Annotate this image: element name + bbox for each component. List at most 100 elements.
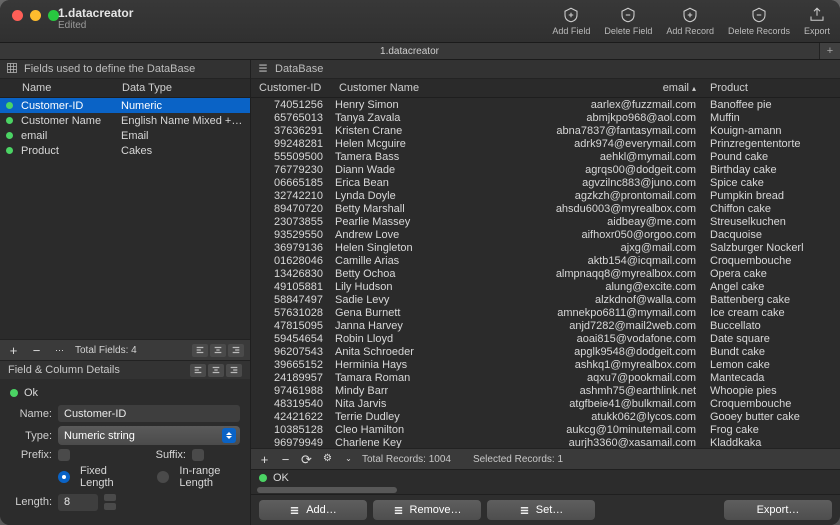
align-right-icon[interactable] bbox=[228, 344, 244, 357]
col-email[interactable]: email▴ bbox=[449, 82, 702, 94]
table-row[interactable]: 24189957Tamara Romanaqxu7@pookmail.comMa… bbox=[251, 371, 840, 384]
col-customer-id[interactable]: Customer-ID bbox=[251, 82, 331, 94]
length-label: Length: bbox=[10, 496, 52, 508]
settings-icon[interactable]: ⚙ bbox=[320, 452, 335, 467]
range-length-radio[interactable] bbox=[157, 471, 169, 483]
add-field-button[interactable]: Add Field bbox=[552, 6, 590, 36]
table-row[interactable]: 96207543Anita Schroederapglk9548@dodgeit… bbox=[251, 345, 840, 358]
table-row[interactable]: 49105881Lily Hudsonalung@excite.comAngel… bbox=[251, 280, 840, 293]
cell-product: Kouign-amann bbox=[702, 125, 840, 137]
length-input[interactable] bbox=[58, 494, 98, 511]
table-row[interactable]: 74051256Henry Simonaarlex@fuzzmail.comBa… bbox=[251, 98, 840, 111]
cell-id: 57631028 bbox=[251, 307, 327, 319]
close-window[interactable] bbox=[12, 10, 23, 21]
horizontal-scrollbar[interactable] bbox=[251, 486, 840, 494]
toolbar: Add Field Delete Field Add Record Delete… bbox=[552, 6, 830, 36]
document-tab[interactable]: 1.datacreator bbox=[0, 46, 819, 57]
cell-email: aehkl@mymail.com bbox=[445, 151, 702, 163]
app-window: 1.datacreator Edited Add Field Delete Fi… bbox=[0, 0, 840, 525]
dropdown-icon[interactable]: ⌄ bbox=[341, 452, 356, 467]
table-row[interactable]: 42421622Terrie Dudleyatukk062@lycos.comG… bbox=[251, 410, 840, 423]
remove-button[interactable]: Remove… bbox=[373, 500, 481, 520]
table-row[interactable]: 57631028Gena Burnettamnekpo6811@mymail.c… bbox=[251, 306, 840, 319]
add-record-small[interactable]: + bbox=[257, 452, 272, 467]
delete-records-button[interactable]: Delete Records bbox=[728, 6, 790, 36]
col-product[interactable]: Product bbox=[702, 82, 840, 94]
col-name[interactable]: Name bbox=[18, 82, 122, 94]
table-row[interactable]: 06665185Erica Beanagvzilnc883@juno.comSp… bbox=[251, 176, 840, 189]
action-field-small[interactable]: ⋯ bbox=[52, 343, 67, 358]
cell-product: Date square bbox=[702, 333, 840, 345]
remove-field-small[interactable]: − bbox=[29, 343, 44, 358]
field-row[interactable]: emailEmail bbox=[0, 128, 250, 143]
set-button[interactable]: Set… bbox=[487, 500, 595, 520]
table-row[interactable]: 39665152Herminia Haysashkq1@myrealbox.co… bbox=[251, 358, 840, 371]
minimize-window[interactable] bbox=[30, 10, 41, 21]
export-footer-button[interactable]: Export… bbox=[724, 500, 832, 520]
table-row[interactable]: 37636291Kristen Craneabna7837@fantasymai… bbox=[251, 124, 840, 137]
table-row[interactable]: 10385128Cleo Hamiltonaukcg@10minutemail.… bbox=[251, 423, 840, 436]
cell-name: Betty Ochoa bbox=[327, 268, 445, 280]
table-row[interactable]: 59454654Robin Lloydaoai815@vodafone.comD… bbox=[251, 332, 840, 345]
col-type[interactable]: Data Type bbox=[122, 82, 250, 94]
align-right-icon[interactable] bbox=[226, 364, 242, 377]
cell-product: Dacquoise bbox=[702, 229, 840, 241]
cell-product: Streuselkuchen bbox=[702, 216, 840, 228]
cell-id: 13426830 bbox=[251, 268, 327, 280]
new-tab-button[interactable]: + bbox=[819, 43, 840, 59]
table-row[interactable]: 47815095Janna Harveyanjd7282@mail2web.co… bbox=[251, 319, 840, 332]
remove-record-small[interactable]: − bbox=[278, 452, 293, 467]
align-center-icon[interactable] bbox=[210, 344, 226, 357]
table-row[interactable]: 01628046Camille Ariasaktb154@icqmail.com… bbox=[251, 254, 840, 267]
cell-name: Janna Harvey bbox=[327, 320, 445, 332]
cell-email: atukk062@lycos.com bbox=[445, 411, 702, 423]
cell-name: Gena Burnett bbox=[327, 307, 445, 319]
cell-id: 99248281 bbox=[251, 138, 327, 150]
cell-id: 37636291 bbox=[251, 125, 327, 137]
table-row[interactable]: 32742210Lynda Doyleagzkzh@prontomail.com… bbox=[251, 189, 840, 202]
table-row[interactable]: 65765013Tanya Zavalaabmjkpo968@aol.comMu… bbox=[251, 111, 840, 124]
align-left-icon[interactable] bbox=[190, 364, 206, 377]
table-row[interactable]: 36979136Helen Singletonajxg@mail.comSalz… bbox=[251, 241, 840, 254]
fixed-length-radio[interactable] bbox=[58, 471, 70, 483]
table-row[interactable]: 58847497Sadie Levyalzkdnof@walla.comBatt… bbox=[251, 293, 840, 306]
col-customer-name[interactable]: Customer Name bbox=[331, 82, 449, 94]
cell-name: Camille Arias bbox=[327, 255, 445, 267]
add-button[interactable]: Add… bbox=[259, 500, 367, 520]
grid-icon bbox=[6, 62, 18, 77]
table-row[interactable]: 99248281Helen Mcguireadrk974@everymail.c… bbox=[251, 137, 840, 150]
table-row[interactable]: 76779230Diann Wadeagrqs00@dodgeit.comBir… bbox=[251, 163, 840, 176]
cell-email: aurjh3360@xasamail.com bbox=[445, 437, 702, 449]
table-row[interactable]: 89470720Betty Marshallahsdu6003@myrealbo… bbox=[251, 202, 840, 215]
field-row[interactable]: Customer NameEnglish Name Mixed + Surna… bbox=[0, 113, 250, 128]
selected-records-label: Selected Records: 1 bbox=[473, 454, 563, 465]
add-record-button[interactable]: Add Record bbox=[666, 6, 714, 36]
cell-id: 01628046 bbox=[251, 255, 327, 267]
cell-name: Kristen Crane bbox=[327, 125, 445, 137]
export-button[interactable]: Export bbox=[804, 6, 830, 36]
table-body[interactable]: 74051256Henry Simonaarlex@fuzzmail.comBa… bbox=[251, 98, 840, 448]
prefix-checkbox[interactable] bbox=[58, 449, 70, 461]
cell-name: Nita Jarvis bbox=[327, 398, 445, 410]
refresh-icon[interactable]: ⟳ bbox=[299, 452, 314, 467]
add-field-small[interactable]: + bbox=[6, 343, 21, 358]
table-row[interactable]: 48319540Nita Jarvisatgfbeie41@bulkmail.c… bbox=[251, 397, 840, 410]
suffix-checkbox[interactable] bbox=[192, 449, 204, 461]
align-left-icon[interactable] bbox=[192, 344, 208, 357]
align-center-icon[interactable] bbox=[208, 364, 224, 377]
table-row[interactable]: 93529550Andrew Loveaifhoxr050@orgoo.comD… bbox=[251, 228, 840, 241]
field-row[interactable]: Customer-IDNumeric bbox=[0, 98, 250, 113]
cell-email: almpnaqq8@myrealbox.com bbox=[445, 268, 702, 280]
table-row[interactable]: 55509500Tamera Bassaehkl@mymail.comPound… bbox=[251, 150, 840, 163]
name-input[interactable] bbox=[58, 405, 240, 422]
table-row[interactable]: 97461988Mindy Barrashmh75@earthlink.netW… bbox=[251, 384, 840, 397]
field-row[interactable]: ProductCakes bbox=[0, 143, 250, 158]
table-row[interactable]: 96979949Charlene Keyaurjh3360@xasamail.c… bbox=[251, 436, 840, 448]
table-row[interactable]: 23073855Pearlie Masseyaidbeay@me.comStre… bbox=[251, 215, 840, 228]
range-length-label: In-range Length bbox=[179, 465, 240, 489]
length-stepper[interactable] bbox=[104, 493, 116, 511]
delete-field-button[interactable]: Delete Field bbox=[604, 6, 652, 36]
table-row[interactable]: 13426830Betty Ochoaalmpnaqq8@myrealbox.c… bbox=[251, 267, 840, 280]
type-select[interactable]: Numeric string bbox=[58, 426, 240, 445]
cell-email: agzkzh@prontomail.com bbox=[445, 190, 702, 202]
